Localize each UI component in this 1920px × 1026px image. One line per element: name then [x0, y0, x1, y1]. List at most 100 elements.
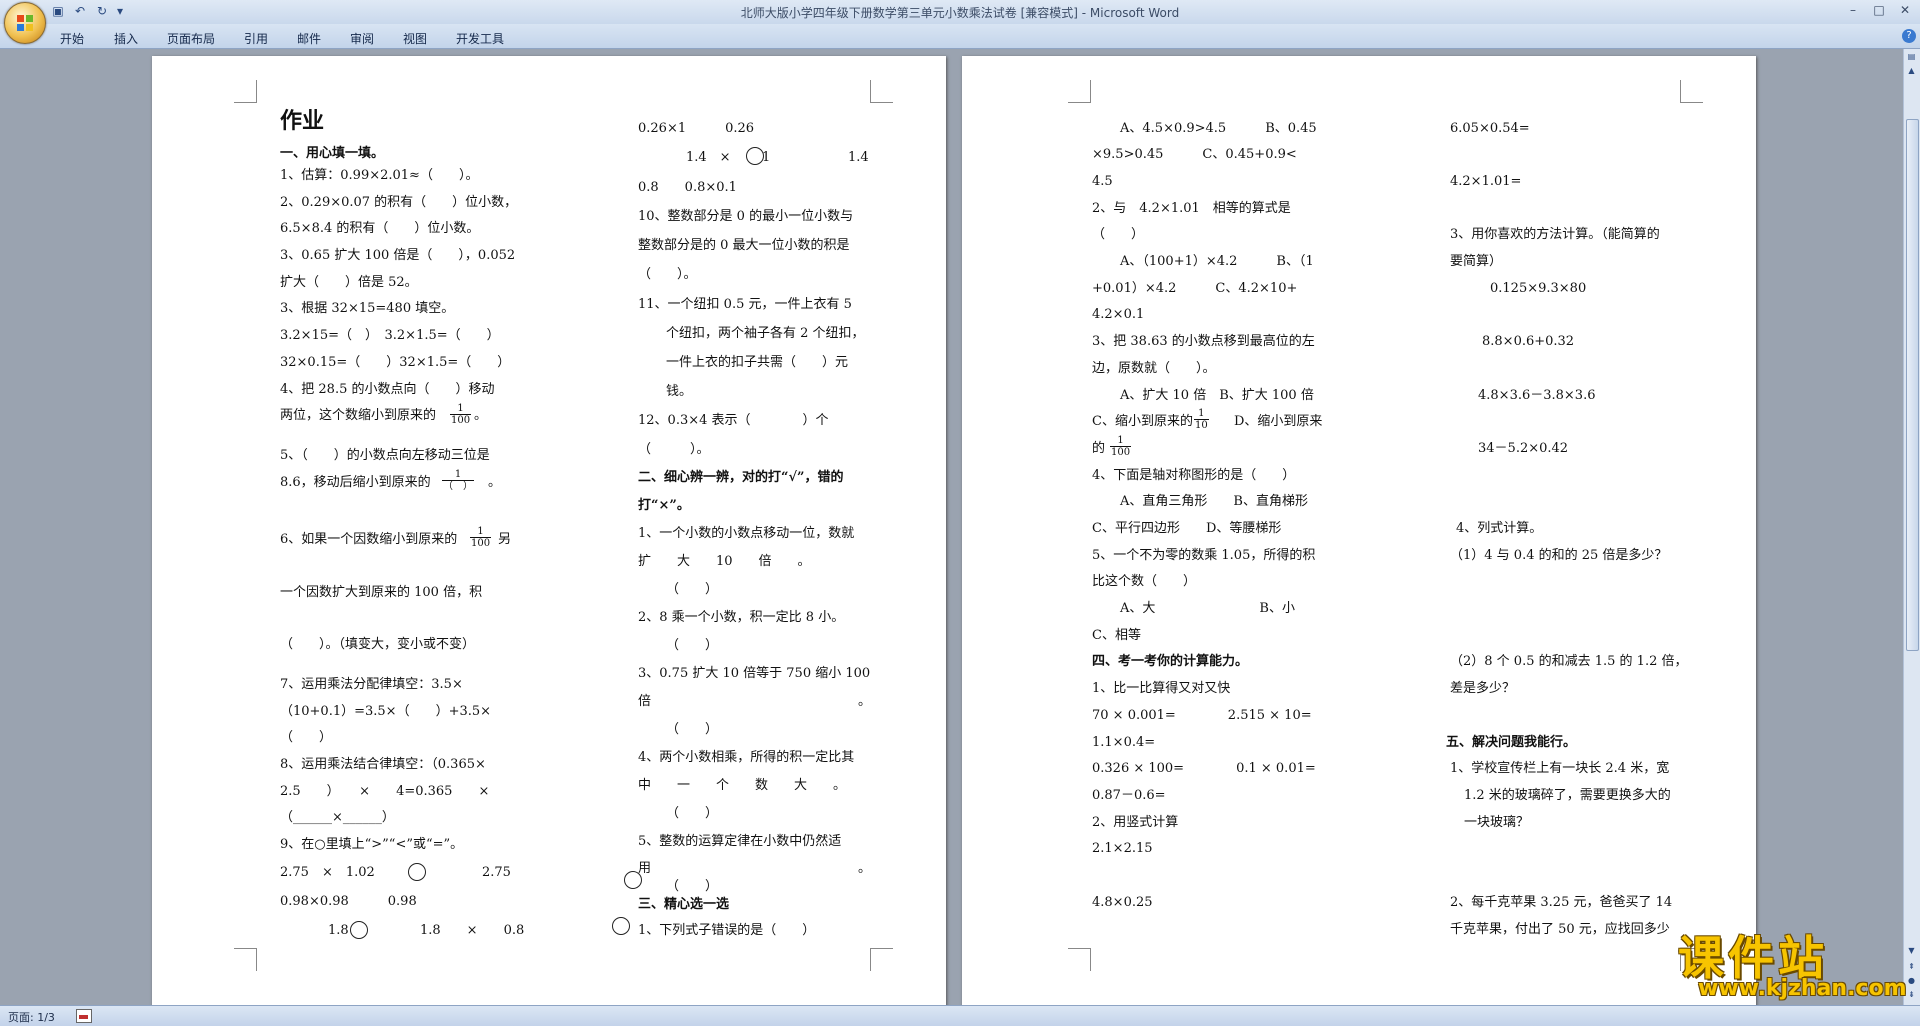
text-line: 中 一 个 数 大 。 — [638, 778, 847, 793]
office-logo-icon — [17, 15, 33, 31]
site-watermark: 课件站 www.kjzhan.com — [1664, 920, 1914, 1004]
text-line: A、扩大 10 倍 B、扩大 100 倍 — [1120, 388, 1314, 403]
tab-insert[interactable]: 插入 — [114, 30, 138, 47]
tab-page-layout[interactable]: 页面布局 — [167, 30, 215, 47]
text-line: （ ）。（填变大，变小或不变） — [280, 637, 476, 652]
scroll-up-icon[interactable]: ▲ — [1906, 65, 1917, 76]
tab-mailings[interactable]: 邮件 — [297, 30, 321, 47]
office-button[interactable] — [4, 2, 46, 44]
tab-view[interactable]: 视图 — [403, 30, 427, 47]
fraction: 1 （ ） — [442, 469, 474, 492]
document-page-2[interactable]: A、4.5×0.9>4.5 B、0.45 ×9.5>0.45 C、0.45+0.… — [962, 56, 1756, 1005]
compare-circle — [350, 921, 368, 939]
macro-record-icon[interactable] — [76, 1009, 92, 1023]
ruler-toggle-icon[interactable]: ▤ — [1906, 51, 1917, 62]
text-line: 2、与 4.2×1.01 相等的算式是 — [1092, 201, 1291, 216]
vertical-scrollbar[interactable]: ▤ ▲ ▼ ⇞ ● ⇟ — [1903, 49, 1920, 1005]
text-line: 整数部分是的 0 最大一位小数的积是 — [638, 238, 850, 253]
tab-review[interactable]: 审阅 — [350, 30, 374, 47]
text-line: 3.2×15=（ ） 3.2×1.5=（ ） — [280, 328, 500, 343]
text-line: 6、如果一个因数缩小到原来的 — [280, 532, 458, 547]
text-line: 8、运用乘法结合律填空：（0.365× — [280, 757, 486, 772]
text-line: A、（100+1）×4.2 B、（1 — [1120, 254, 1314, 269]
tab-references[interactable]: 引用 — [244, 30, 268, 47]
text-line: 3、把 38.63 的小数点移到最高位的左 — [1092, 334, 1315, 349]
text-line: 2、每千克苹果 3.25 元，爸爸买了 14 — [1450, 895, 1673, 910]
fraction: 1 100 — [1110, 435, 1132, 458]
section-heading: 一、用心填一填。 — [280, 146, 385, 161]
text-line: 7、运用乘法分配律填空：3.5× — [280, 677, 463, 692]
text-line: A、直角三角形 B、直角梯形 — [1120, 494, 1308, 509]
text-line: 倍 — [638, 694, 652, 709]
text-line: 0.87－0.6= — [1092, 788, 1166, 803]
text-line: （ ） — [666, 879, 719, 894]
text-line: （1）4 与 0.4 的和的 25 倍是多少？ — [1450, 548, 1668, 563]
text-line: （______×______） — [280, 810, 395, 825]
text-line: 9、在○里填上“>”“<”或“=”。 — [280, 837, 464, 852]
text-line: 个纽扣，两个袖子各有 2 个纽扣， — [666, 326, 865, 341]
text-line: 另 — [498, 532, 512, 547]
text-line: 4.5 — [1092, 174, 1113, 189]
text-line: 0.8 0.8×0.1 — [638, 180, 737, 195]
text-line: （10+0.1）=3.5×（ ）+3.5× — [280, 704, 492, 719]
text-line: 12、0.3×4 表示（ ）个 — [638, 413, 829, 428]
text-line: 一件上衣的扣子共需（ ）元 — [666, 355, 849, 370]
text-line: 边，原数就（ ）。 — [1092, 361, 1216, 376]
compare-circle — [612, 917, 630, 935]
crop-mark — [870, 948, 893, 971]
text-line: 0.326 × 100= 0.1 × 0.01= — [1092, 761, 1316, 776]
text-line: （ ）。 — [638, 267, 697, 282]
text-line: 差是多少？ — [1450, 681, 1516, 696]
text-line: 6.5×8.4 的积有（ ）位小数。 — [280, 221, 480, 236]
text-line: 3、0.75 扩大 10 倍等于 750 缩小 100 — [638, 666, 871, 681]
scroll-thumb[interactable] — [1906, 119, 1919, 651]
text-line: 比这个数（ ） — [1092, 574, 1197, 589]
text-line: 2、8 乘一个小数，积一定比 8 小。 — [638, 610, 845, 625]
document-page-1[interactable]: 作业 一、用心填一填。 1、估算：0.99×2.01≈（ ）。 2、0.29×0… — [152, 56, 946, 1005]
text-line: C、缩小到原来的 — [1092, 414, 1193, 429]
title-bar: ▣ ↶ ↻ ▾ 北师大版小学四年级下册数学第三单元小数乘法试卷 [兼容模式] -… — [0, 0, 1920, 24]
text-line: 钱。 — [666, 384, 693, 399]
text-line: 3、根据 32×15=480 填空。 — [280, 301, 455, 316]
text-line: 0.125×9.3×80 — [1490, 281, 1587, 296]
maximize-button[interactable]: □ — [1868, 2, 1890, 18]
text-line: 70 × 0.001= 2.515 × 10= — [1092, 708, 1312, 723]
text-line: 1.8 × 0.8 — [420, 923, 525, 938]
crop-mark — [1680, 80, 1703, 103]
help-button[interactable]: ? — [1902, 29, 1916, 43]
text-line: 。 — [474, 408, 488, 423]
text-line: 1 — [762, 150, 771, 165]
page-counter[interactable]: 页面: 1/3 — [8, 1009, 55, 1025]
close-button[interactable]: ✕ — [1894, 2, 1916, 18]
text-line: （ ）。 — [638, 442, 710, 457]
compare-circle — [624, 871, 642, 889]
text-line: 。 — [858, 694, 872, 709]
tab-home[interactable]: 开始 — [60, 30, 84, 47]
text-line: C、平行四边形 D、等腰梯形 — [1092, 521, 1282, 536]
text-line: 扩 大 10 倍 。 — [638, 554, 811, 569]
text-line: 34－5.2×0.42 — [1478, 441, 1569, 456]
text-line: 2、用竖式计算 — [1092, 815, 1179, 830]
crop-mark — [1068, 948, 1091, 971]
compare-circle — [408, 863, 426, 881]
crop-mark — [870, 80, 893, 103]
fraction: 1 10 — [1194, 408, 1209, 431]
page-heading: 作业 — [280, 109, 325, 134]
text-line: 2、0.29×0.07 的积有（ ）位小数， — [280, 195, 518, 210]
window-title: 北师大版小学四年级下册数学第三单元小数乘法试卷 [兼容模式] - Microso… — [740, 6, 1180, 20]
crop-mark — [234, 80, 257, 103]
text-line: 2.1×2.15 — [1092, 841, 1153, 856]
minimize-button[interactable]: – — [1842, 2, 1864, 18]
text-line: 32×0.15=（ ）32×1.5=（ ） — [280, 355, 511, 370]
text-line: 1.1×0.4= — [1092, 735, 1156, 750]
text-line: （ ） — [280, 730, 333, 745]
text-line: 1.2 米的玻璃碎了，需要更换多大的 — [1464, 788, 1671, 803]
text-line: 1.8 — [328, 923, 349, 938]
text-line: （2）8 个 0.5 的和减去 1.5 的 1.2 倍， — [1450, 654, 1688, 669]
document-workspace[interactable]: 作业 一、用心填一填。 1、估算：0.99×2.01≈（ ）。 2、0.29×0… — [0, 49, 1904, 1005]
text-line: 1、下列式子错误的是（ ） — [638, 923, 816, 938]
section-heading: 打“×”。 — [638, 498, 690, 513]
text-line: 6.05×0.54= — [1450, 121, 1530, 136]
text-line: 4、下面是轴对称图形的是（ ） — [1092, 468, 1296, 483]
tab-developer[interactable]: 开发工具 — [456, 30, 504, 47]
